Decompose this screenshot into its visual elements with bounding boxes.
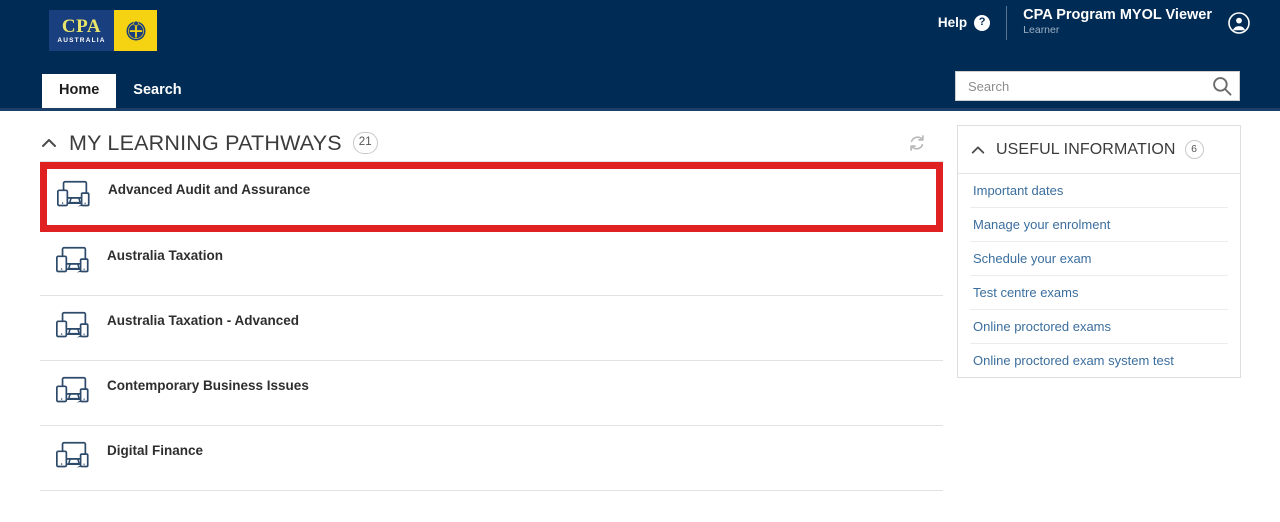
logo-country-text: AUSTRALIA [57, 36, 106, 44]
header-right-cluster: Help ? CPA Program MYOL Viewer Learner [938, 0, 1280, 45]
help-label[interactable]: Help [938, 15, 967, 30]
section-header: MY LEARNING PATHWAYS 21 [40, 111, 943, 161]
useful-information-header: USEFUL INFORMATION 6 [958, 126, 1240, 174]
search-input[interactable] [966, 77, 1211, 95]
chevron-up-icon[interactable] [970, 142, 986, 158]
pathway-label: Australia Taxation - Advanced [107, 313, 300, 328]
page-title: MY LEARNING PATHWAYS [69, 130, 342, 155]
logo-brand-text: CPA [61, 15, 102, 37]
responsive-devices-icon [55, 177, 93, 215]
logo-blue-block: CPA AUSTRALIA [49, 10, 114, 51]
tab-search[interactable]: Search [116, 74, 198, 109]
responsive-devices-icon [54, 438, 92, 476]
pathway-label: Advanced Audit and Assurance [108, 182, 311, 197]
sidebar-link-schedule-exam[interactable]: Schedule your exam [970, 242, 1228, 276]
list-item[interactable]: Advanced Audit and Assurance [40, 162, 943, 232]
page-body: MY LEARNING PATHWAYS 21 Advanced Audit a… [0, 111, 1280, 519]
tab-home[interactable]: Home [42, 73, 117, 108]
list-item[interactable]: Contemporary Business Issues [40, 361, 943, 426]
sidebar-link-online-proctored-exams[interactable]: Online proctored exams [970, 310, 1228, 344]
sidebar-link-test-centre-exams[interactable]: Test centre exams [970, 276, 1228, 310]
sidebar-link-online-proctored-system-test[interactable]: Online proctored exam system test [970, 344, 1228, 377]
cpa-australia-logo[interactable]: CPA AUSTRALIA [49, 10, 157, 51]
question-mark-circle-icon[interactable]: ? [974, 14, 991, 31]
my-learning-pathways-panel: MY LEARNING PATHWAYS 21 Advanced Audit a… [40, 111, 943, 491]
responsive-devices-icon [54, 243, 92, 281]
search-icon[interactable] [1211, 75, 1233, 97]
list-item[interactable]: Digital Finance [40, 426, 943, 491]
useful-information-count-badge: 6 [1184, 140, 1204, 159]
list-item[interactable]: Australia Taxation - Advanced [40, 296, 943, 361]
list-item[interactable]: Australia Taxation [40, 231, 943, 296]
sidebar-link-manage-enrolment[interactable]: Manage your enrolment [970, 208, 1228, 242]
user-account-icon[interactable] [1228, 11, 1250, 34]
responsive-devices-icon [54, 373, 92, 411]
header-divider [1006, 5, 1008, 40]
pathway-label: Digital Finance [107, 443, 204, 458]
pathway-list: Advanced Audit and Assurance Australia T… [40, 161, 943, 491]
chevron-up-icon[interactable] [40, 134, 58, 152]
responsive-devices-icon [54, 308, 92, 346]
top-navigation-bar: CPA AUSTRALIA Help ? CPA Program MYOL Vi… [0, 0, 1280, 111]
pathways-count-badge: 21 [352, 132, 378, 154]
primary-tabs: Home Search [42, 73, 199, 109]
useful-information-panel: USEFUL INFORMATION 6 Important dates Man… [957, 125, 1241, 378]
app-role-label: Learner [1023, 24, 1060, 37]
search-box[interactable] [955, 71, 1240, 101]
coat-of-arms-icon [126, 20, 145, 40]
pathway-label: Contemporary Business Issues [107, 378, 309, 393]
sidebar-link-important-dates[interactable]: Important dates [970, 174, 1228, 208]
refresh-icon[interactable] [907, 133, 927, 153]
app-title: CPA Program MYOL Viewer [1023, 7, 1212, 24]
pathway-label: Australia Taxation [107, 248, 224, 263]
useful-information-title: USEFUL INFORMATION [996, 140, 1176, 158]
logo-yellow-block [114, 10, 157, 51]
app-identity: CPA Program MYOL Viewer Learner [1023, 7, 1212, 37]
